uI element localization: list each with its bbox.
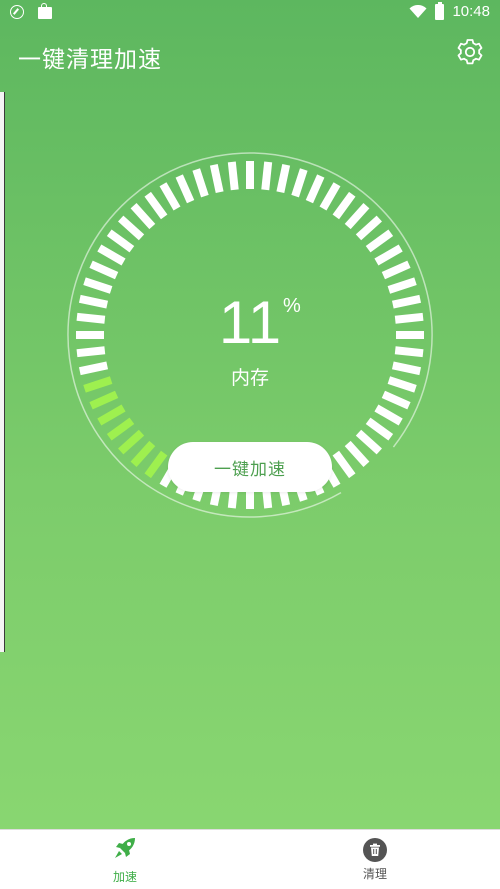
- gauge-tick: [261, 161, 273, 191]
- gauge-tick: [381, 260, 411, 280]
- app-screen: 10:48 一键清理加速 11 % 内存 一键加速 加速 清理: [0, 0, 500, 889]
- status-bar: 10:48: [0, 0, 500, 28]
- gauge-tick-active: [106, 417, 135, 441]
- app-bar: 一键清理加速: [0, 28, 500, 84]
- battery-icon: [435, 1, 445, 20]
- gauge-tick: [355, 215, 382, 241]
- gauge-tick-active: [144, 450, 168, 479]
- gauge-tick: [227, 161, 239, 191]
- nav-label-clean: 清理: [362, 867, 387, 881]
- gauge-tick: [106, 229, 135, 253]
- compass-icon: [10, 5, 24, 19]
- memory-label: 内存: [230, 367, 269, 389]
- gauge-tick-active: [130, 440, 156, 467]
- gauge-tick: [97, 244, 126, 266]
- gauge-tick: [89, 260, 119, 280]
- page-title: 一键清理加速: [18, 47, 162, 73]
- gauge-tick: [374, 244, 403, 266]
- drawer-edge[interactable]: [0, 92, 5, 652]
- gauge-tick: [355, 429, 382, 455]
- boost-button[interactable]: 一键加速: [168, 442, 332, 492]
- gauge-tick: [130, 203, 156, 230]
- gauge-tick: [291, 168, 308, 198]
- gauge-tick-active: [118, 429, 145, 455]
- gauge-tick: [387, 277, 417, 294]
- gauge-tick: [159, 182, 181, 211]
- gauge-tick: [365, 229, 394, 253]
- gauge-tick: [365, 417, 394, 441]
- trash-icon: [363, 838, 387, 862]
- gauge-tick: [374, 404, 403, 426]
- gauge-tick: [118, 215, 145, 241]
- gauge-tick: [175, 174, 195, 204]
- gauge-tick: [305, 174, 325, 204]
- memory-percent-value: 11: [218, 289, 282, 356]
- gauge-tick-active: [97, 404, 126, 426]
- rocket-icon: [112, 835, 138, 865]
- gauge-tick: [276, 163, 291, 194]
- nav-item-boost[interactable]: 加速: [65, 830, 185, 889]
- status-time: 10:48: [452, 3, 490, 20]
- gauge-tick: [319, 182, 341, 211]
- gauge-tick: [344, 440, 370, 467]
- status-right-icons: 10:48: [409, 1, 490, 20]
- gear-icon: [455, 37, 485, 71]
- gauge-tick: [332, 450, 356, 479]
- percent-sign: %: [283, 295, 301, 317]
- nav-label-boost: 加速: [112, 870, 137, 884]
- gauge-tick: [332, 191, 356, 220]
- wifi-icon: [409, 4, 427, 19]
- bag-icon: [38, 3, 52, 19]
- gauge-tick: [344, 203, 370, 230]
- gauge-tick-active: [89, 390, 119, 410]
- gauge-tick: [381, 390, 411, 410]
- gauge-tick: [192, 168, 209, 198]
- status-left-icons: [10, 3, 52, 19]
- gauge-tick: [209, 163, 224, 194]
- nav-item-clean[interactable]: 清理: [315, 830, 435, 889]
- bottom-nav: 加速 清理: [0, 829, 500, 889]
- settings-button[interactable]: [454, 38, 486, 70]
- gauge-tick: [83, 277, 113, 294]
- gauge-tick: [144, 191, 168, 220]
